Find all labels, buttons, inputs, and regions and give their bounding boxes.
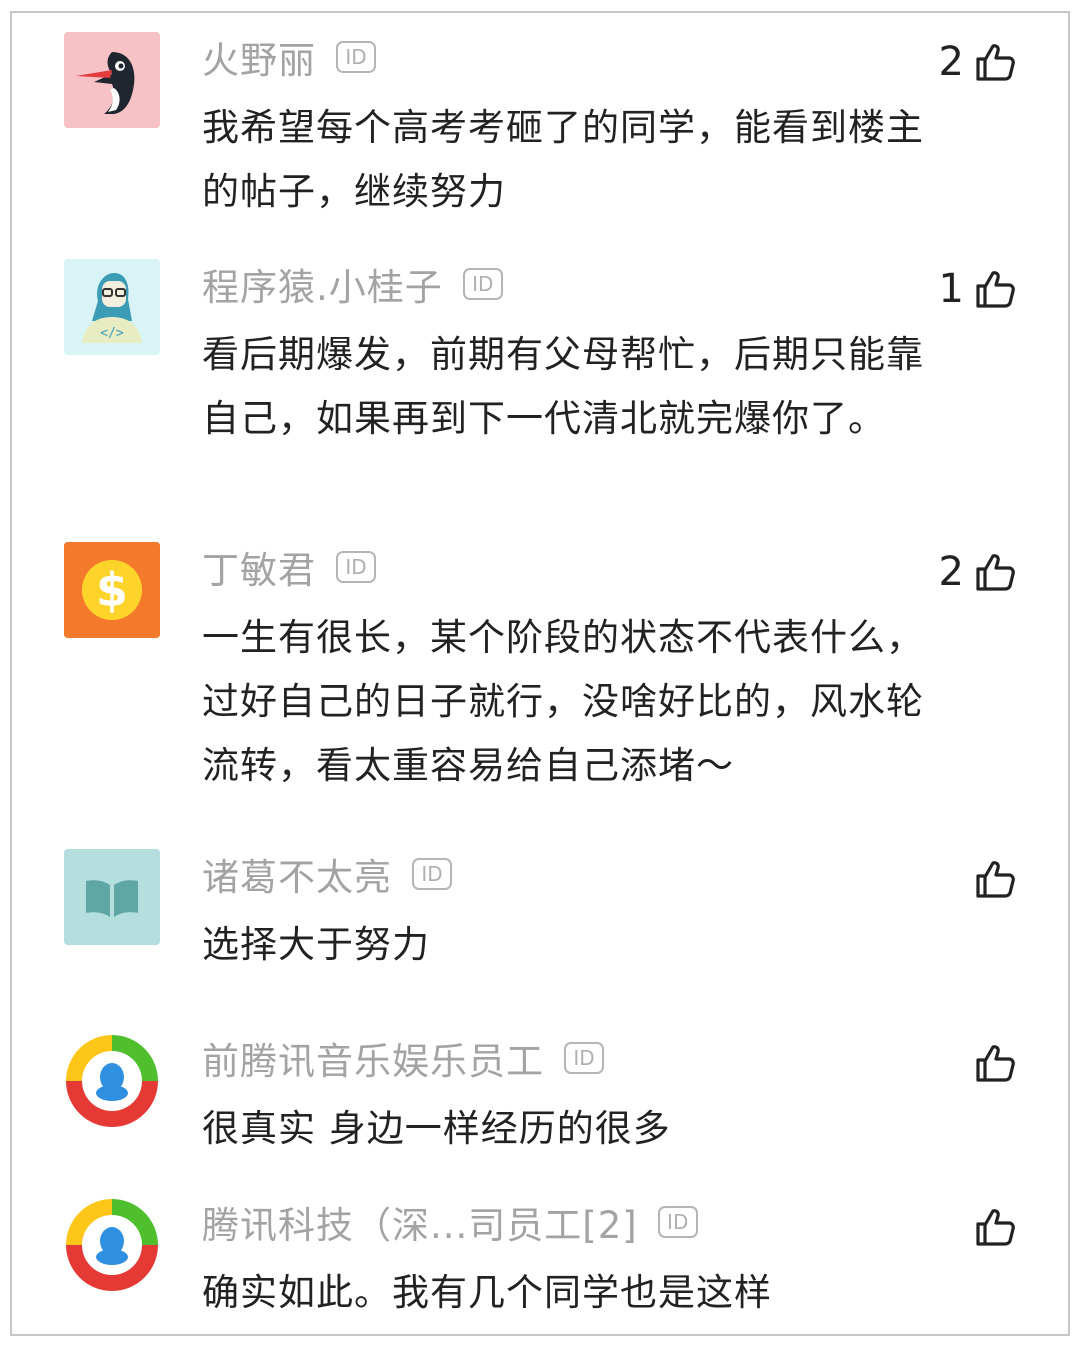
id-badge: ID bbox=[462, 268, 503, 300]
id-badge: ID bbox=[657, 1206, 698, 1238]
id-badge: ID bbox=[412, 858, 452, 890]
author-row: 腾讯科技（深...司员工[2] ID bbox=[202, 1197, 698, 1247]
author-name[interactable]: 丁敏君 bbox=[202, 540, 316, 594]
like-button[interactable] bbox=[964, 1205, 1016, 1249]
tencent-avatar[interactable] bbox=[64, 1197, 160, 1293]
woodpecker-avatar[interactable] bbox=[64, 32, 160, 128]
thumbs-up-icon bbox=[974, 551, 1016, 593]
author-row: 诸葛不太亮 ID bbox=[202, 849, 452, 899]
comment-text: 看后期爆发，前期有父母帮忙，后期只能靠自己，如果再到下一代清北就完爆你了。 bbox=[202, 333, 924, 440]
author-row: 丁敏君 ID bbox=[202, 542, 376, 592]
programmer-avatar[interactable]: </> bbox=[64, 259, 160, 355]
like-button[interactable]: 2 bbox=[938, 549, 1016, 595]
dollar-avatar[interactable]: $ bbox=[64, 542, 160, 638]
comment-text: 我希望每个高考考砸了的同学，能看到楼主的帖子，继续努力 bbox=[202, 106, 924, 213]
author-name[interactable]: 前腾讯音乐娱乐员工 bbox=[202, 1031, 544, 1085]
id-badge: ID bbox=[336, 41, 376, 73]
thumbs-up-icon bbox=[974, 41, 1016, 83]
like-button[interactable]: 1 bbox=[938, 266, 1016, 312]
comment-text: 一生有很长，某个阶段的状态不代表什么，过好自己的日子就行，没啥好比的，风水轮流转… bbox=[202, 616, 924, 787]
tencent-avatar[interactable] bbox=[64, 1033, 160, 1129]
like-count: 2 bbox=[938, 39, 964, 85]
thumbs-up-icon bbox=[974, 1206, 1016, 1248]
author-name[interactable]: 腾讯科技（深...司员工[2] bbox=[202, 1195, 638, 1249]
id-badge: ID bbox=[564, 1042, 604, 1074]
author-row: 程序猿.小桂子 ID bbox=[202, 259, 503, 309]
author-name[interactable]: 程序猿.小桂子 bbox=[202, 257, 443, 311]
id-badge: ID bbox=[336, 551, 376, 583]
comment-text: 很真实 身边一样经历的很多 bbox=[202, 1107, 671, 1150]
comment-text: 选择大于努力 bbox=[202, 923, 430, 966]
like-button[interactable] bbox=[964, 857, 1016, 901]
comment-text: 确实如此。我有几个同学也是这样 bbox=[202, 1271, 772, 1314]
thumbs-up-icon bbox=[974, 1042, 1016, 1084]
author-row: 火野丽 ID bbox=[202, 32, 376, 82]
like-count: 2 bbox=[938, 549, 964, 595]
thumbs-up-icon bbox=[974, 268, 1016, 310]
like-button[interactable]: 2 bbox=[938, 39, 1016, 85]
author-row: 前腾讯音乐娱乐员工 ID bbox=[202, 1033, 604, 1083]
book-avatar[interactable] bbox=[64, 849, 160, 945]
thumbs-up-icon bbox=[974, 858, 1016, 900]
svg-text:$: $ bbox=[96, 563, 128, 617]
like-count: 1 bbox=[938, 266, 964, 312]
like-button[interactable] bbox=[964, 1041, 1016, 1085]
comment-list: 火野丽 ID 2 我希望每个高考考砸了的同学，能看到楼主的帖子，继续努力 </> bbox=[10, 11, 1070, 1336]
author-name[interactable]: 诸葛不太亮 bbox=[202, 847, 392, 901]
svg-text:</>: </> bbox=[100, 326, 124, 341]
author-name[interactable]: 火野丽 bbox=[202, 30, 316, 84]
